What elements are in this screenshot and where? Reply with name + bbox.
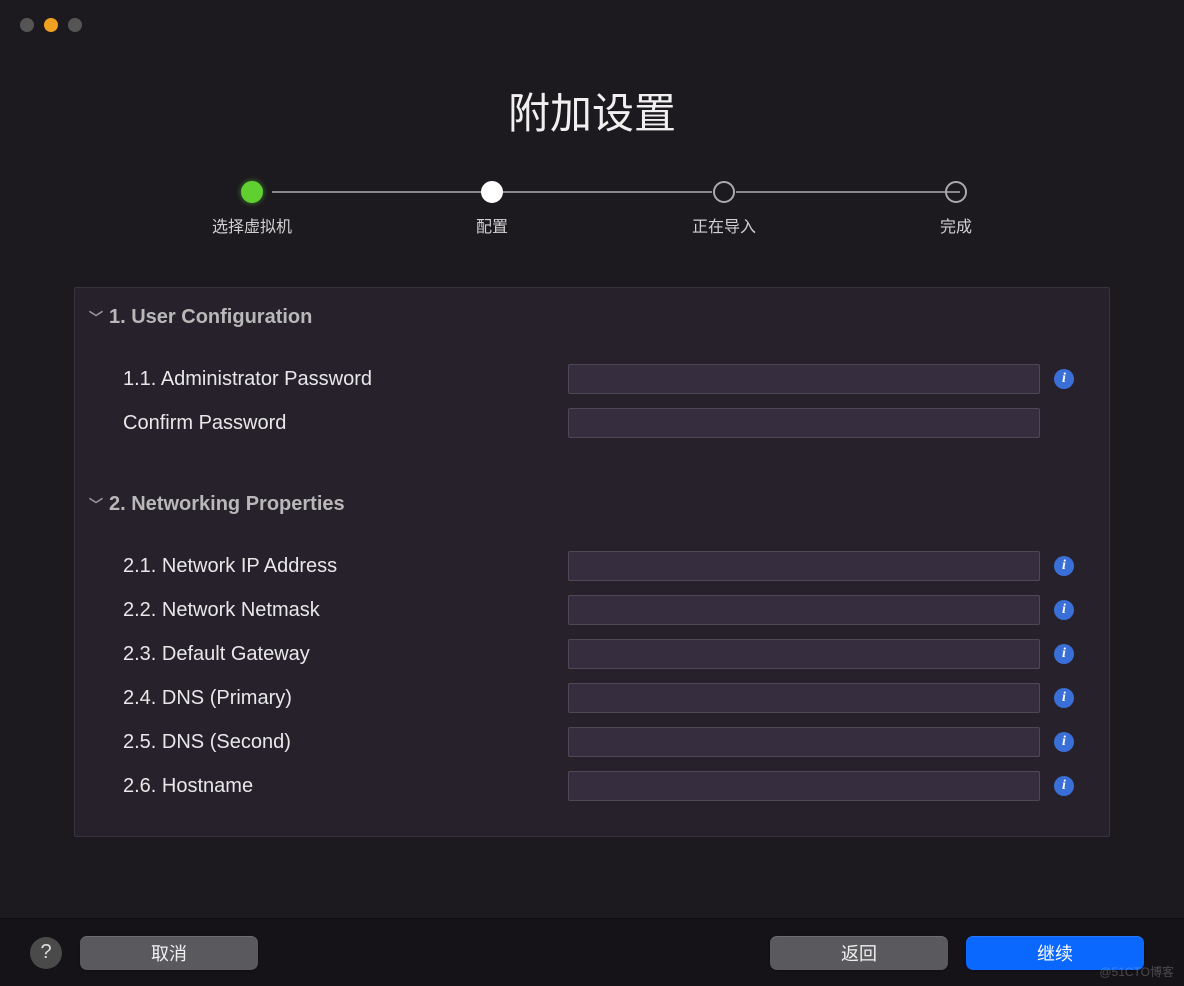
default-gateway-input[interactable] [568, 639, 1040, 669]
section-title: 2. Networking Properties [109, 493, 345, 516]
field-confirm-password: Confirm Password [75, 401, 1109, 445]
step-configure: 配置 [476, 181, 508, 237]
chevron-down-icon: ﹀ [89, 495, 103, 515]
section-user-config: 1.1. Administrator Password i Confirm Pa… [75, 347, 1109, 475]
step-label: 完成 [940, 213, 972, 237]
field-label: 2.3. Default Gateway [123, 643, 568, 666]
field-label: 2.1. Network IP Address [123, 555, 568, 578]
section-user-config-header[interactable]: ﹀ 1. User Configuration [75, 288, 1109, 347]
step-importing: 正在导入 [692, 181, 756, 237]
field-network-ip: 2.1. Network IP Address i [75, 544, 1109, 588]
cancel-button[interactable]: 取消 [80, 936, 258, 970]
step-label: 选择虚拟机 [212, 213, 292, 237]
settings-panel[interactable]: ﹀ 1. User Configuration 1.1. Administrat… [74, 287, 1110, 837]
field-network-netmask: 2.2. Network Netmask i [75, 588, 1109, 632]
info-icon[interactable]: i [1054, 556, 1074, 576]
admin-password-input[interactable] [568, 364, 1040, 394]
step-select-vm: 选择虚拟机 [212, 181, 292, 237]
step-done: 完成 [940, 181, 972, 237]
step-circle-icon [481, 181, 503, 203]
info-icon[interactable]: i [1054, 688, 1074, 708]
confirm-password-input[interactable] [568, 408, 1040, 438]
window-minimize-button[interactable] [44, 18, 58, 32]
help-button[interactable]: ? [30, 937, 62, 969]
field-label: 2.2. Network Netmask [123, 599, 568, 622]
titlebar [0, 0, 1184, 50]
section-networking: 2.1. Network IP Address i 2.2. Network N… [75, 534, 1109, 837]
network-netmask-input[interactable] [568, 595, 1040, 625]
footer-bar: ? 取消 返回 继续 [0, 918, 1184, 986]
step-label: 配置 [476, 213, 508, 237]
step-connector [272, 191, 496, 193]
step-circle-icon [713, 181, 735, 203]
network-ip-input[interactable] [568, 551, 1040, 581]
step-circle-icon [945, 181, 967, 203]
info-icon[interactable]: i [1054, 600, 1074, 620]
field-admin-password: 1.1. Administrator Password i [75, 357, 1109, 401]
info-icon[interactable]: i [1054, 732, 1074, 752]
field-label: 1.1. Administrator Password [123, 368, 568, 391]
step-connector [488, 191, 712, 193]
info-icon[interactable]: i [1054, 644, 1074, 664]
field-hostname: 2.6. Hostname i [75, 764, 1109, 808]
section-title: 1. User Configuration [109, 306, 312, 329]
field-label: 2.4. DNS (Primary) [123, 687, 568, 710]
step-label: 正在导入 [692, 213, 756, 237]
field-dns-second: 2.5. DNS (Second) i [75, 720, 1109, 764]
field-label: Confirm Password [123, 412, 568, 435]
watermark: @51CTO博客 [1099, 963, 1174, 980]
step-circle-icon [241, 181, 263, 203]
field-label: 2.6. Hostname [123, 775, 568, 798]
field-default-gateway: 2.3. Default Gateway i [75, 632, 1109, 676]
step-connector [736, 191, 960, 193]
back-button[interactable]: 返回 [770, 936, 948, 970]
field-dns-primary: 2.4. DNS (Primary) i [75, 676, 1109, 720]
dns-second-input[interactable] [568, 727, 1040, 757]
info-icon[interactable]: i [1054, 369, 1074, 389]
page-title: 附加设置 [0, 80, 1184, 141]
hostname-input[interactable] [568, 771, 1040, 801]
info-icon[interactable]: i [1054, 776, 1074, 796]
window-maximize-button[interactable] [68, 18, 82, 32]
field-label: 2.5. DNS (Second) [123, 731, 568, 754]
wizard-stepper: 选择虚拟机 配置 正在导入 完成 [212, 181, 972, 237]
chevron-down-icon: ﹀ [89, 308, 103, 328]
dns-primary-input[interactable] [568, 683, 1040, 713]
section-networking-header[interactable]: ﹀ 2. Networking Properties [75, 475, 1109, 534]
window-close-button[interactable] [20, 18, 34, 32]
